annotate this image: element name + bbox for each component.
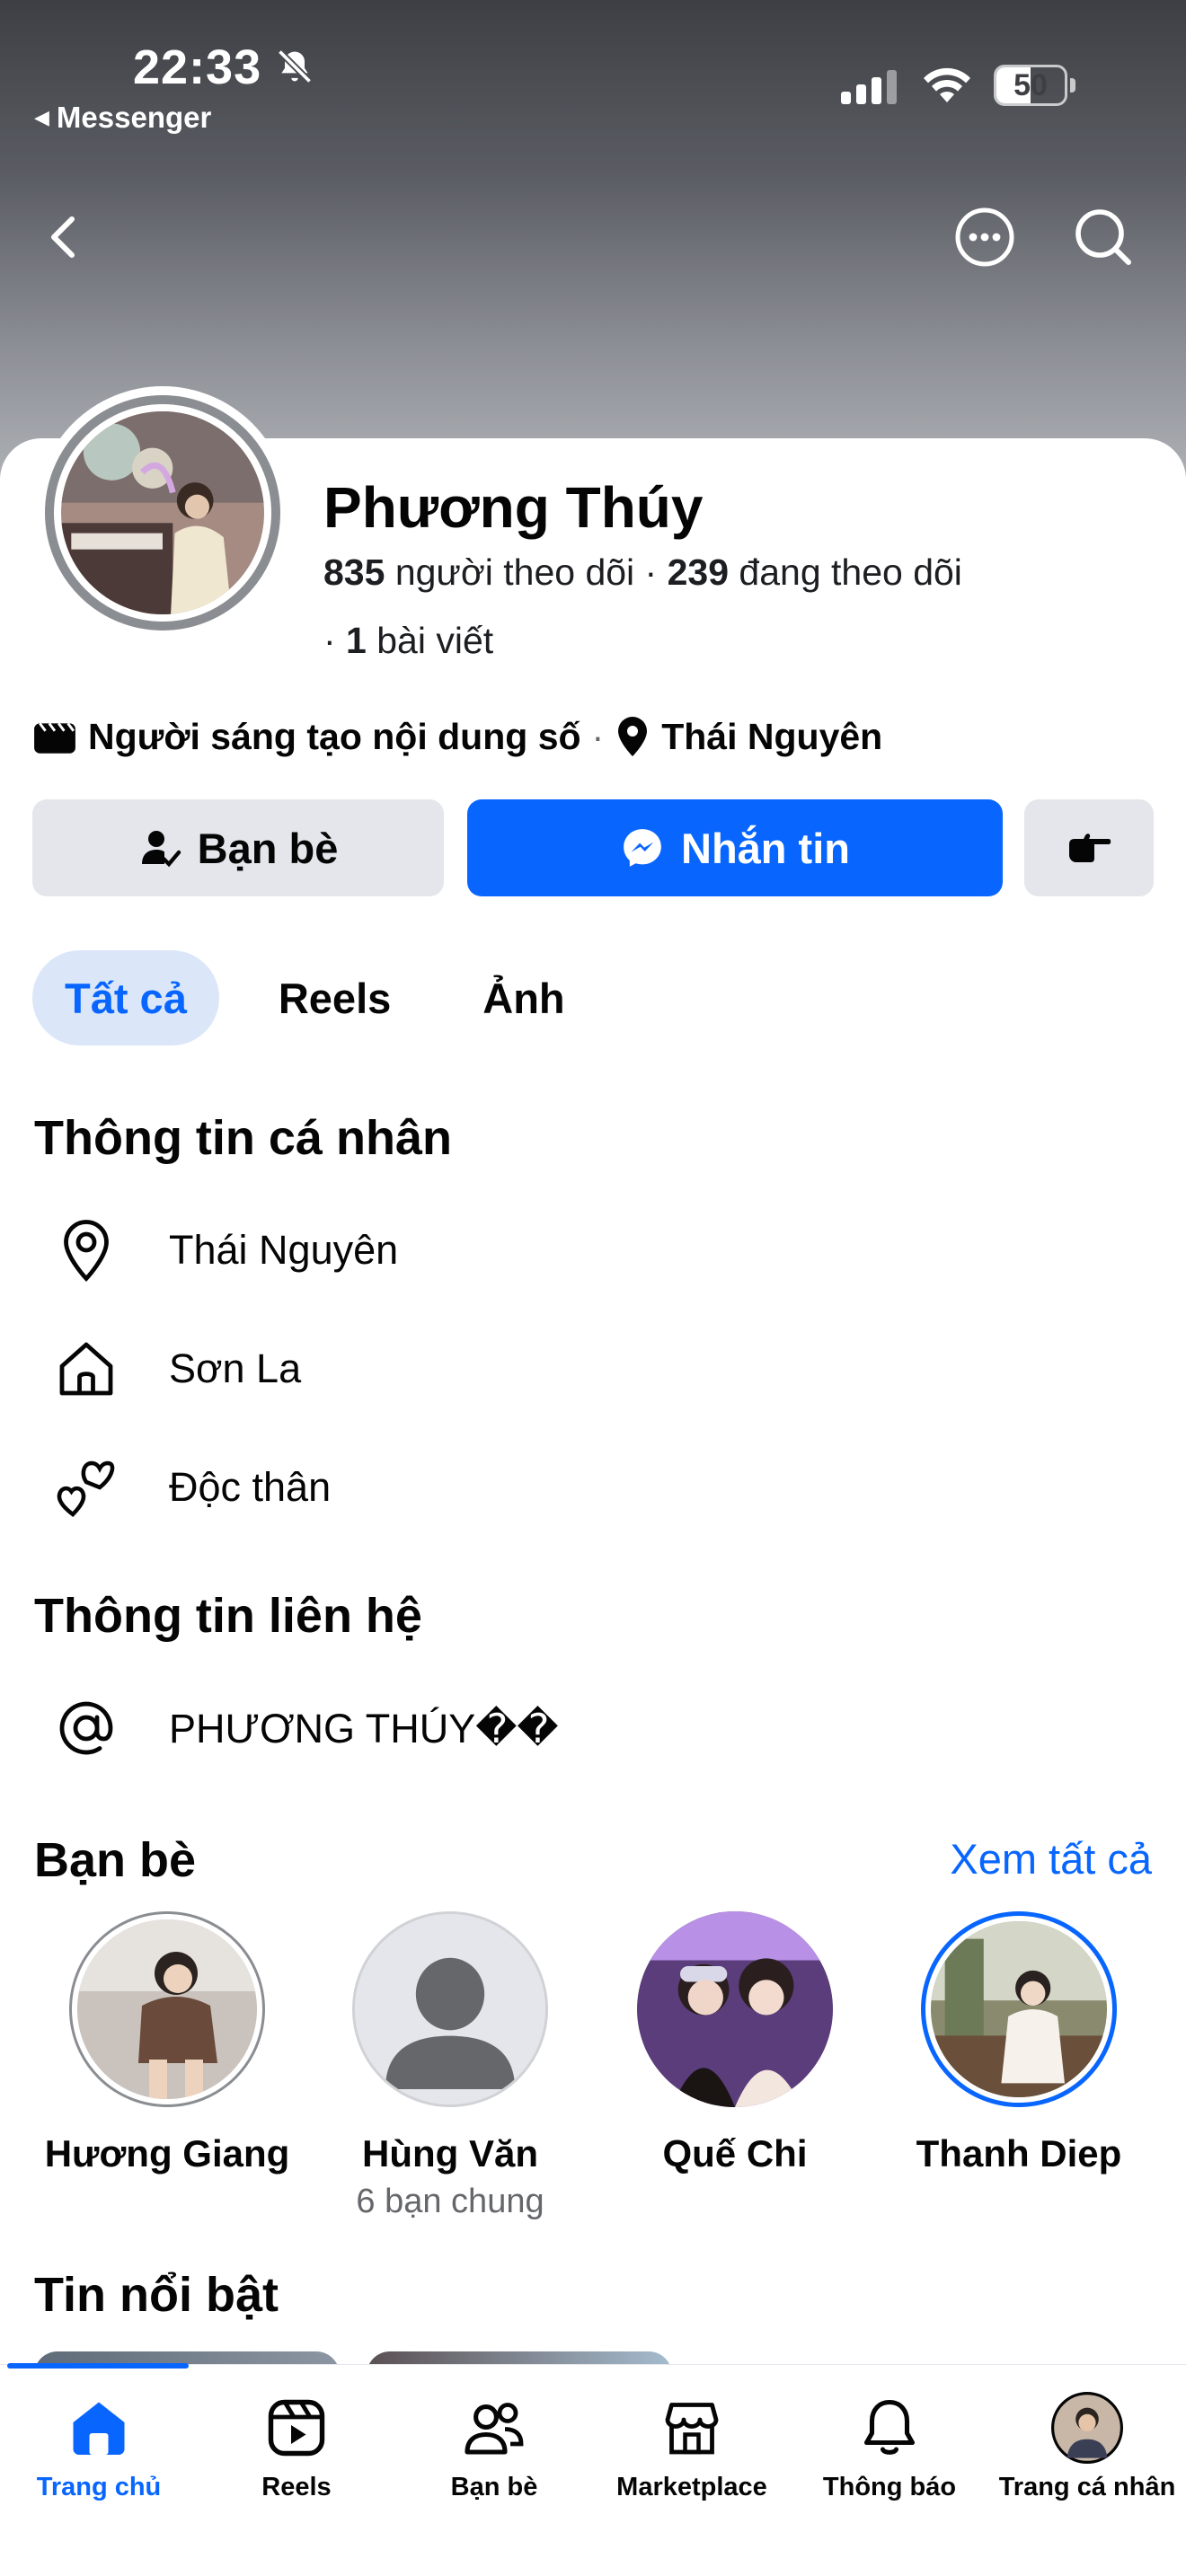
friend-avatar bbox=[69, 1911, 265, 2107]
profile-category: Người sáng tạo nội dung số bbox=[88, 715, 581, 757]
tab-photos[interactable]: Ảnh bbox=[450, 950, 597, 1045]
bottom-nav: Trang chủ Reels Bạn bè Marketplace Thông… bbox=[0, 2363, 1186, 2576]
friend-photo bbox=[931, 1921, 1107, 2097]
back-to-app-link[interactable]: ◀ Messenger bbox=[34, 101, 211, 135]
highlights-title: Tin nổi bật bbox=[34, 2268, 279, 2322]
clapperboard-icon bbox=[34, 722, 75, 754]
messenger-icon bbox=[624, 829, 661, 867]
posts-stat: · 1 bài viết bbox=[323, 620, 493, 662]
nav-profile-label: Trang cá nhân bbox=[998, 2473, 1176, 2501]
friend-avatar bbox=[637, 1911, 833, 2107]
chevron-left-icon[interactable] bbox=[32, 205, 97, 269]
info-relationship-text: Độc thân bbox=[169, 1464, 332, 1510]
bell-icon bbox=[863, 2399, 916, 2455]
profile-avatar[interactable] bbox=[36, 386, 289, 640]
poke-hand-icon bbox=[1069, 834, 1111, 862]
profile-tabs: Tất cả Reels Ảnh bbox=[32, 950, 597, 1045]
friend-card[interactable]: Hương Giang bbox=[32, 1911, 302, 2183]
active-tab-indicator bbox=[7, 2363, 189, 2369]
meta-separator: · bbox=[591, 715, 605, 757]
friend-name: Hương Giang bbox=[44, 2132, 290, 2175]
nav-friends[interactable]: Bạn bè bbox=[395, 2392, 593, 2502]
following-count[interactable]: 239 bbox=[668, 551, 729, 593]
friends-button-label: Bạn bè bbox=[197, 824, 339, 872]
following-label[interactable]: đang theo dõi bbox=[729, 551, 962, 593]
nav-marketplace[interactable]: Marketplace bbox=[593, 2392, 791, 2502]
hearts-icon bbox=[57, 1460, 115, 1517]
friends-icon bbox=[465, 2403, 524, 2455]
profile-avatar bbox=[1051, 2392, 1123, 2464]
nav-notifications[interactable]: Thông báo bbox=[791, 2392, 988, 2502]
friend-avatar bbox=[352, 1911, 548, 2107]
profile-photo bbox=[61, 411, 264, 614]
message-button-label: Nhắn tin bbox=[681, 824, 850, 872]
profile-name: Phương Thúy bbox=[323, 475, 704, 540]
nav-profile[interactable]: Trang cá nhân bbox=[988, 2392, 1186, 2502]
status-bar: 22:33 ◀ Messenger 50 bbox=[0, 0, 1186, 135]
friend-name: Hùng Văn bbox=[362, 2132, 538, 2175]
nav-friends-label: Bạn bè bbox=[450, 2473, 538, 2501]
battery-indicator: 50 bbox=[994, 65, 1075, 106]
profile-location: Thái Nguyên bbox=[661, 715, 883, 757]
nav-home-label: Trang chủ bbox=[36, 2473, 162, 2501]
friend-card[interactable]: Thanh Diep bbox=[884, 1911, 1154, 2183]
more-horizontal-icon[interactable] bbox=[952, 205, 1017, 269]
friends-title: Bạn bè bbox=[34, 1833, 197, 1887]
tab-reels[interactable]: Reels bbox=[246, 950, 423, 1045]
status-time: 22:33 bbox=[133, 40, 262, 94]
back-triangle-icon: ◀ bbox=[34, 106, 49, 128]
info-row-location: Thái Nguyên bbox=[50, 1214, 398, 1286]
friend-card[interactable]: Hùng Văn 6 bạn chung bbox=[315, 1911, 585, 2221]
home-icon bbox=[73, 2402, 125, 2455]
friend-card[interactable]: Quế Chi bbox=[600, 1911, 870, 2183]
friend-name: Quế Chi bbox=[662, 2132, 808, 2175]
followers-count[interactable]: 835 bbox=[323, 551, 385, 593]
nav-home[interactable]: Trang chủ bbox=[0, 2392, 198, 2502]
message-button[interactable]: Nhắn tin bbox=[467, 799, 1003, 896]
bell-off-icon bbox=[277, 49, 313, 84]
signal-icon bbox=[841, 68, 897, 104]
friend-name: Thanh Diep bbox=[916, 2132, 1122, 2175]
nav-reels[interactable]: Reels bbox=[198, 2392, 395, 2502]
poke-button[interactable] bbox=[1024, 799, 1154, 896]
followers-label[interactable]: người theo dõi · bbox=[385, 551, 667, 593]
default-avatar-icon bbox=[355, 1914, 545, 2104]
search-icon[interactable] bbox=[1071, 205, 1136, 269]
posts-count: 1 bbox=[346, 620, 367, 661]
battery-level: 50 bbox=[1013, 68, 1048, 102]
at-sign-icon bbox=[59, 1701, 113, 1755]
friend-photo bbox=[77, 1919, 257, 2099]
posts-prefix: · bbox=[323, 620, 347, 661]
reels-icon bbox=[268, 2399, 325, 2457]
wifi-icon bbox=[924, 67, 970, 102]
see-all-friends-link[interactable]: Xem tất cả bbox=[950, 1834, 1152, 1883]
info-row-relationship: Độc thân bbox=[50, 1451, 331, 1523]
info-row-contact: PHƯƠNG THÚY�� bbox=[50, 1692, 559, 1764]
info-hometown-text: Sơn La bbox=[169, 1345, 302, 1391]
personal-info-title: Thông tin cá nhân bbox=[34, 1111, 452, 1165]
profile-meta: Người sáng tạo nội dung số · Thái Nguyên bbox=[32, 715, 882, 758]
profile-stats: 835 người theo dõi · 239 đang theo dõi bbox=[323, 551, 962, 594]
location-pin-icon bbox=[618, 717, 648, 756]
friend-check-icon bbox=[141, 831, 181, 868]
friend-photo bbox=[637, 1911, 833, 2107]
home-icon bbox=[59, 1342, 113, 1396]
nav-reels-label: Reels bbox=[261, 2473, 332, 2501]
info-location-text: Thái Nguyên bbox=[169, 1227, 399, 1273]
info-row-hometown: Sơn La bbox=[50, 1333, 301, 1405]
tab-all[interactable]: Tất cả bbox=[32, 950, 219, 1045]
marketplace-icon bbox=[665, 2403, 719, 2455]
friend-mutual: 6 bạn chung bbox=[356, 2183, 544, 2220]
nav-marketplace-label: Marketplace bbox=[616, 2473, 767, 2501]
back-app-label: Messenger bbox=[56, 101, 212, 134]
nav-notifications-label: Thông báo bbox=[822, 2473, 957, 2501]
friend-avatar bbox=[921, 1911, 1117, 2107]
friends-button[interactable]: Bạn bè bbox=[32, 799, 444, 896]
contact-info-title: Thông tin liên hệ bbox=[34, 1589, 422, 1643]
info-contact-text: PHƯƠNG THÚY�� bbox=[169, 1705, 559, 1751]
location-pin-icon bbox=[64, 1220, 109, 1283]
posts-label: bài viết bbox=[366, 620, 494, 661]
